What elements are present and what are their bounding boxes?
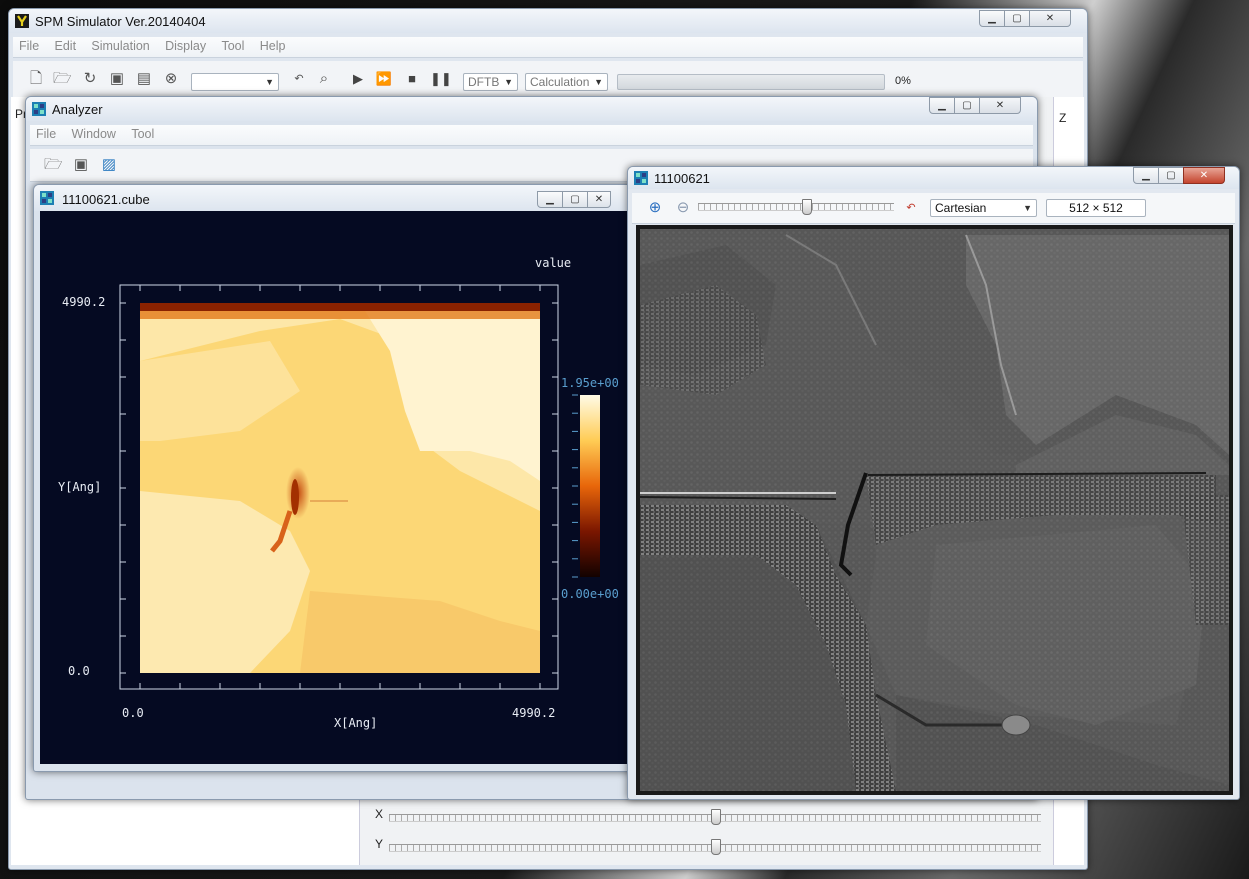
analyzer-save-icon[interactable]: ▣ [72, 156, 90, 174]
menu-file[interactable]: File [13, 37, 45, 55]
heatmap-image [140, 303, 540, 673]
cube-icon [40, 191, 54, 205]
y-max-label: 4990.2 [62, 295, 105, 309]
projection-combo-value: Cartesian [935, 201, 987, 215]
analyzer-caption-buttons: ▁ ▢ ✕ [929, 97, 1021, 114]
image-window: 11100621 ▁ ▢ ✕ ⊕ ⊖ ↶ Cartesian ▼ 512 × 51… [627, 166, 1240, 800]
colorbar-title: value [535, 256, 571, 270]
open-folder-icon[interactable]: 🗁 [53, 70, 72, 88]
analyzer-titlebar[interactable]: Analyzer ▁ ▢ ✕ [26, 97, 1037, 121]
z-axis-label: Z [1059, 111, 1067, 125]
zoom-icon[interactable]: ⌕ [315, 70, 333, 88]
cube-plot: value 4990.2 0.0 0.0 4990.2 Y[Ang] X[Ang… [58, 256, 619, 730]
analyzer-menu-window[interactable]: Window [66, 125, 122, 143]
x-slider-thumb[interactable] [711, 809, 721, 825]
analyzer-menubar: File Window Tool [30, 125, 1033, 146]
undo-icon[interactable]: ↶ [290, 70, 308, 88]
image-titlebar[interactable]: 11100621 ▁ ▢ ✕ [628, 167, 1239, 189]
menu-display[interactable]: Display [159, 37, 212, 55]
method-combo-value: DFTB [468, 75, 500, 89]
main-caption-buttons: ▁ ▢ ✕ [979, 10, 1071, 27]
x-slider-label: X [375, 807, 384, 821]
menu-tool[interactable]: Tool [215, 37, 250, 55]
image-toolbar: ⊕ ⊖ ↶ Cartesian ▼ 512 × 512 [632, 193, 1235, 224]
analyzer-minimize-button[interactable]: ▁ [929, 97, 955, 114]
analyzer-open-icon[interactable]: 🗁 [44, 156, 63, 174]
main-toolbar: 🗋 🗁 ↻ ▣ ▤ ⊗ ▼ ↶ ⌕ ▶ ⏩ ■ ❚❚ DFTB ▼ Calcula… [13, 61, 1083, 98]
play-icon[interactable]: ▶ [349, 70, 367, 88]
analyzer-title: Analyzer [52, 102, 103, 117]
y-axis-label: Y[Ang] [58, 480, 101, 494]
analyzer-menu-file[interactable]: File [30, 125, 62, 143]
close-button[interactable]: ✕ [1029, 10, 1071, 27]
fast-forward-icon[interactable]: ⏩ [375, 70, 393, 88]
analyzer-close-button[interactable]: ✕ [979, 97, 1021, 114]
pause-icon[interactable]: ❚❚ [430, 70, 452, 88]
analyzer-maximize-button[interactable]: ▢ [954, 97, 980, 114]
stm-image-area [636, 225, 1233, 795]
cube-close-button[interactable]: ✕ [587, 191, 611, 208]
new-file-icon[interactable]: 🗋 [27, 70, 45, 88]
menu-simulation[interactable]: Simulation [85, 37, 155, 55]
app-logo-icon [15, 14, 29, 28]
x-min-label: 0.0 [122, 706, 144, 720]
method-combo[interactable]: DFTB ▼ [463, 73, 518, 91]
zoom-slider[interactable] [698, 203, 894, 211]
cube-titlebar[interactable]: 11100621.cube ▁ ▢ ✕ [34, 185, 634, 211]
image-maximize-button[interactable]: ▢ [1158, 167, 1184, 184]
image-title: 11100621 [654, 171, 710, 186]
y-slider-label: Y [375, 837, 384, 851]
colorbar [580, 395, 600, 577]
image-window-icon [634, 171, 648, 185]
analyzer-icon [32, 102, 46, 116]
image-size-text: 512 × 512 [1069, 201, 1123, 215]
analyzer-image-icon[interactable]: ▨ [100, 156, 118, 174]
mode-combo-value: Calculation [530, 75, 590, 89]
zoom-out-icon[interactable]: ⊖ [674, 199, 692, 217]
analyzer-menu-tool[interactable]: Tool [125, 125, 160, 143]
image-minimize-button[interactable]: ▁ [1133, 167, 1159, 184]
refresh-icon[interactable]: ↻ [81, 70, 99, 88]
colorbar-ticks [572, 394, 578, 578]
zoom-slider-thumb[interactable] [801, 199, 812, 215]
main-menubar: File Edit Simulation Display Tool Help [13, 37, 1083, 58]
x-axis-label: X[Ang] [334, 716, 377, 730]
minimize-button[interactable]: ▁ [979, 10, 1005, 27]
colorbar-min-label: 0.00e+00 [561, 587, 619, 601]
maximize-button[interactable]: ▢ [1004, 10, 1030, 27]
zoom-in-icon[interactable]: ⊕ [646, 199, 664, 217]
image-caption-buttons: ▁ ▢ ✕ [1133, 167, 1225, 184]
main-window-title: SPM Simulator Ver.20140404 [35, 14, 206, 29]
y-min-label: 0.0 [68, 664, 90, 678]
menu-edit[interactable]: Edit [49, 37, 83, 55]
cube-plot-area: value 4990.2 0.0 0.0 4990.2 Y[Ang] X[Ang… [40, 211, 628, 764]
mode-combo[interactable]: Calculation ▼ [525, 73, 608, 91]
cube-maximize-button[interactable]: ▢ [562, 191, 588, 208]
calculation-progress-bar [617, 74, 885, 90]
main-titlebar[interactable]: SPM Simulator Ver.20140404 ▁ ▢ ✕ [9, 9, 1087, 33]
stm-bump [1001, 714, 1031, 736]
cube-minimize-button[interactable]: ▁ [537, 191, 563, 208]
window-icon[interactable]: ▤ [135, 70, 153, 88]
cube-window: 11100621.cube ▁ ▢ ✕ value 4990.2 0.0 0.0… [33, 184, 635, 772]
menu-help[interactable]: Help [254, 37, 292, 55]
stop-icon[interactable]: ■ [403, 70, 421, 88]
structure-combo[interactable]: ▼ [191, 73, 279, 91]
stm-image [636, 225, 1233, 795]
cube-title: 11100621.cube [62, 192, 150, 207]
projection-combo[interactable]: Cartesian ▼ [930, 199, 1037, 217]
cube-caption-buttons: ▁ ▢ ✕ [537, 191, 611, 208]
y-slider-thumb[interactable] [711, 839, 721, 855]
save-icon[interactable]: ▣ [108, 70, 126, 88]
colorbar-max-label: 1.95e+00 [561, 376, 619, 390]
image-size-field[interactable]: 512 × 512 [1046, 199, 1146, 217]
image-close-button[interactable]: ✕ [1183, 167, 1225, 184]
cancel-icon[interactable]: ⊗ [162, 70, 180, 88]
progress-percent: 0% [895, 75, 911, 87]
reset-icon[interactable]: ↶ [902, 199, 920, 217]
x-max-label: 4990.2 [512, 706, 555, 720]
